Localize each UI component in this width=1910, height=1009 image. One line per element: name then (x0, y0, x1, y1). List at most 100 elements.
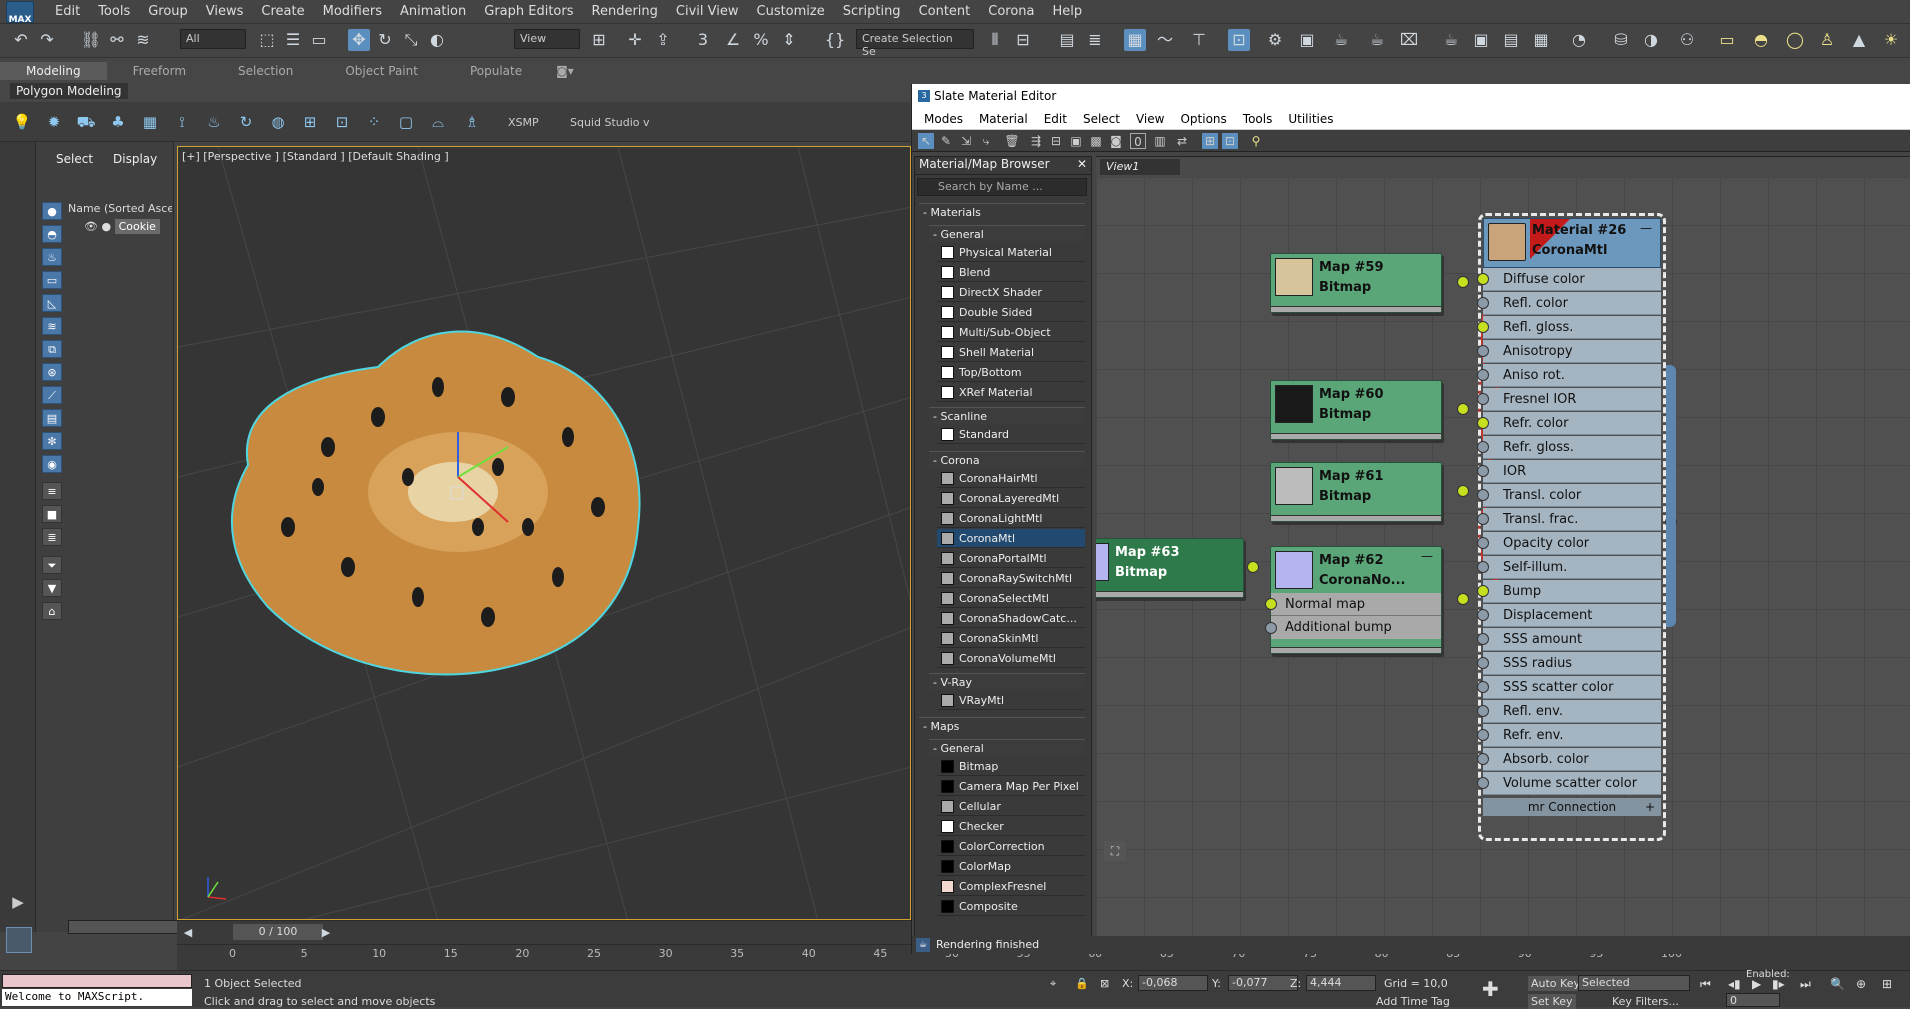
browser-item[interactable]: CoronaLightMtl (937, 509, 1085, 528)
output-socket[interactable] (1457, 593, 1469, 605)
xsmp-label[interactable]: XSMP (508, 116, 539, 129)
corona-light-lister-icon[interactable]: ◔ (1568, 29, 1590, 51)
group-maps-general[interactable]: - General (929, 739, 1085, 756)
corona-vfb-icon[interactable]: ▣ (1470, 29, 1492, 51)
spinner-snap-icon[interactable]: ⇕ (778, 29, 800, 51)
menu-tools[interactable]: Tools (89, 4, 139, 19)
rotate-icon[interactable]: ↻ (374, 29, 396, 51)
polygon-modeling-label[interactable]: Polygon Modeling (10, 83, 128, 99)
tab-object-paint[interactable]: Object Paint (319, 62, 444, 80)
browser-item[interactable]: ColorCorrection (937, 837, 1085, 856)
menu-group[interactable]: Group (139, 4, 197, 19)
group-general[interactable]: - General (929, 225, 1085, 242)
corona-sphere-light-icon[interactable]: ◓ (1750, 29, 1772, 51)
node-map-61[interactable]: Map #61 Bitmap (1270, 462, 1469, 522)
zoom-icon[interactable]: 🔍 (1830, 977, 1845, 991)
go-to-end-icon[interactable]: ⏭ (1800, 977, 1811, 992)
zoom-extents-icon[interactable]: ⊞ (1882, 977, 1892, 991)
go-to-start-icon[interactable]: ⏮ (1700, 977, 1711, 992)
slot-self-illum[interactable]: Self-illum. (1477, 556, 1661, 579)
corona-disk-light-icon[interactable]: ◯ (1784, 29, 1806, 51)
browser-item[interactable]: Physical Material (937, 243, 1085, 262)
node-map-62[interactable]: Map #62 CoronaNo... — Normal map Additio… (1265, 546, 1469, 654)
visibility-eye-icon[interactable]: 👁 (84, 220, 98, 233)
input-socket[interactable] (1477, 633, 1489, 645)
tree-icon[interactable]: ♣ (108, 112, 128, 132)
menu-modifiers[interactable]: Modifiers (314, 4, 391, 19)
rect-selection-icon[interactable]: ▭ (308, 29, 330, 51)
corona-render-icon[interactable]: ☕ (1440, 29, 1462, 51)
dish-icon[interactable]: ⌓ (428, 112, 448, 132)
slate-menu-edit[interactable]: Edit (1036, 108, 1075, 129)
tab-modeling[interactable]: Modeling (0, 62, 107, 80)
render-setup-icon[interactable]: ⚙ (1264, 29, 1286, 51)
input-socket[interactable] (1477, 465, 1489, 477)
frame-counter[interactable]: 0 / 100 (233, 924, 323, 940)
menu-civil-view[interactable]: Civil View (667, 4, 748, 19)
browser-item[interactable]: CoronaRaySwitchMtl (937, 569, 1085, 588)
slot-sss-scatter-color[interactable]: SSS scatter color (1477, 676, 1661, 699)
browser-item[interactable]: Double Sided (937, 303, 1085, 322)
browser-search-input[interactable]: Search by Name ... (917, 178, 1087, 196)
selection-filter-dropdown[interactable]: All (180, 29, 246, 49)
browser-item[interactable]: DirectX Shader (937, 283, 1085, 302)
node-map-60[interactable]: Map #60 Bitmap (1270, 380, 1469, 440)
perspective-viewport[interactable]: [+] [Perspective ] [Standard ] [Default … (177, 146, 911, 920)
menu-views[interactable]: Views (197, 4, 253, 19)
z-coordinate-field[interactable]: 4,444 (1306, 975, 1376, 991)
node-map-63[interactable]: Map #63 Bitmap (1096, 538, 1259, 598)
render-cloud-icon[interactable]: ⌧ (1398, 29, 1420, 51)
mirror-icon[interactable]: ⫴ (984, 29, 1006, 51)
collapse-icon[interactable]: — (1421, 549, 1433, 563)
next-frame-icon[interactable]: ▶ (315, 922, 337, 944)
slot-additional-bump[interactable]: Additional bump (1271, 616, 1441, 639)
link-icon[interactable]: ⛓ (80, 29, 102, 51)
corona-sun-light-icon[interactable]: ☀ (1880, 29, 1902, 51)
box-icon[interactable]: ▢ (396, 112, 416, 132)
slot-volume-scatter-color[interactable]: Volume scatter color (1477, 772, 1661, 795)
node-canvas[interactable]: Map #59 Bitmap Map #60 Bitmap Map #61 Bi… (1096, 177, 1910, 936)
prev-frame-icon[interactable]: ◀ (177, 922, 199, 944)
menu-animation[interactable]: Animation (391, 4, 475, 19)
mr-connection[interactable]: mr Connection + (1483, 798, 1661, 816)
particles-icon[interactable]: ⁘ (364, 112, 384, 132)
auto-key-button[interactable]: Auto Key (1528, 976, 1583, 991)
expand-arrow-icon[interactable]: ▶ (8, 892, 28, 912)
node-material-26[interactable]: Material #26 CoronaMtl — Diffuse color Re… (1477, 213, 1677, 841)
select-manipulate-icon[interactable]: ✛ (624, 29, 646, 51)
slate-menu-material[interactable]: Material (971, 108, 1036, 129)
redo-icon[interactable]: ↷ (36, 29, 58, 51)
slot-refl-gloss[interactable]: Refl. gloss. (1477, 316, 1661, 339)
filter-icon[interactable]: ▼ (42, 579, 62, 597)
filter-containers-icon[interactable]: ▤ (42, 409, 62, 427)
funnel-icon[interactable]: ⏷ (42, 556, 62, 574)
output-socket[interactable] (1457, 485, 1469, 497)
browser-item[interactable]: ComplexFresnel (937, 877, 1085, 896)
slot-refr-color[interactable]: Refr. color (1477, 412, 1661, 435)
input-socket[interactable] (1477, 417, 1489, 429)
slot-refr-gloss[interactable]: Refr. gloss. (1477, 436, 1661, 459)
slot-refl-color[interactable]: Refl. color (1477, 292, 1661, 315)
menu-help[interactable]: Help (1044, 4, 1092, 19)
browser-item[interactable]: Top/Bottom (937, 363, 1085, 382)
assign-material-icon[interactable]: ⤷ (978, 133, 994, 149)
scene-object-name[interactable]: Cookie (114, 219, 160, 234)
close-icon[interactable]: ✕ (1077, 157, 1087, 171)
slate-menu-tools[interactable]: Tools (1235, 108, 1281, 129)
slate-menu-select[interactable]: Select (1075, 108, 1128, 129)
input-socket-bump[interactable] (1265, 622, 1277, 634)
output-socket[interactable] (1247, 561, 1259, 573)
corona-bowl-icon[interactable]: ♙ (1816, 29, 1838, 51)
tab-populate[interactable]: Populate (444, 62, 548, 80)
sun-light-icon[interactable]: ✹ (44, 112, 64, 132)
schematic-view-icon[interactable]: ⊤ (1188, 29, 1210, 51)
input-socket[interactable] (1477, 441, 1489, 453)
browser-item[interactable]: CoronaVolumeMtl (937, 649, 1085, 668)
select-tab[interactable]: Select (56, 152, 93, 166)
node-map-59[interactable]: Map #59 Bitmap (1270, 253, 1469, 313)
put-to-scene-icon[interactable]: ⇲ (958, 133, 974, 149)
input-socket[interactable] (1477, 609, 1489, 621)
browser-item[interactable]: Multi/Sub-Object (937, 323, 1085, 342)
browser-item[interactable]: CoronaShadowCatc... (937, 609, 1085, 628)
menu-content[interactable]: Content (910, 4, 980, 19)
